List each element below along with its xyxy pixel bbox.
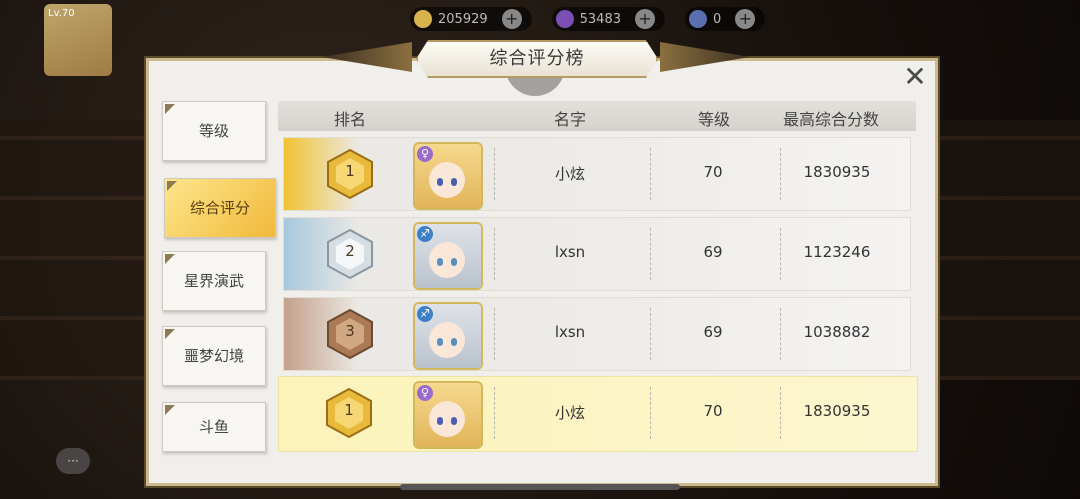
player-score: 1830935 [803,163,871,181]
chat-bubble-icon[interactable]: ··· [56,448,90,474]
player-level: Lv.70 [48,8,75,19]
player-name: 小炫 [554,404,585,422]
player-score: 1038882 [803,323,871,341]
player-level: 69 [703,243,723,261]
energy-value: 0 [713,11,722,27]
rank-number: 1 [345,162,355,180]
sagittarius-sign-icon: ♐ [417,226,433,242]
currency-bar: 205929 + 53483 + 0 + [410,6,766,32]
panel-title: 综合评分榜 [416,40,658,78]
avatar[interactable]: ♐ [413,302,483,370]
rank-number: 3 [345,322,355,340]
add-gold-button[interactable]: + [501,9,522,29]
tab-nightmare-realm[interactable]: 噩梦幻境 [162,326,266,386]
avatar[interactable]: ♀ [413,381,483,449]
player-name: lxsn [554,323,586,341]
tab-astral-arena[interactable]: 星界演武 [162,251,266,311]
rank-number: 2 [345,242,355,260]
player-level: 70 [703,163,723,181]
gem-value: 53483 [579,11,621,27]
gem-counter: 53483 + [551,7,665,31]
table-row[interactable]: 1 ♀ 小炫 70 1830935 [283,137,911,211]
gold-counter: 205929 + [410,7,532,31]
virgo-sign-icon: ♀ [417,146,433,162]
add-gem-button[interactable]: + [635,9,655,29]
table-header: 排名 名字 等级 最高综合分数 [278,101,916,131]
header-name: 名字 [554,110,587,129]
tab-overall-score[interactable]: 综合评分 [164,178,276,238]
tab-douyu[interactable]: 斗鱼 [162,402,266,452]
gem-icon [555,10,574,28]
table-row[interactable]: 2 ♐ lxsn 69 1123246 [283,217,911,291]
rank-number: 1 [344,401,354,419]
player-name: 小炫 [554,165,585,183]
player-level: 70 [703,402,723,420]
virgo-sign-icon: ♀ [417,385,433,401]
table-row[interactable]: 3 ♐ lxsn 69 1038882 [283,297,911,371]
player-score: 1830935 [803,402,871,420]
add-energy-button[interactable]: + [735,9,756,29]
header-level: 等级 [698,110,731,129]
player-score: 1123246 [803,243,871,261]
home-indicator [400,484,680,490]
avatar[interactable]: ♐ [413,222,483,290]
gold-coin-icon [414,10,432,28]
player-level: 69 [703,323,723,341]
sagittarius-sign-icon: ♐ [417,306,433,322]
header-rank: 排名 [334,110,367,129]
avatar[interactable]: ♀ [413,142,483,210]
energy-counter: 0 + [685,7,766,31]
gold-value: 205929 [438,11,488,27]
tab-level[interactable]: 等级 [162,101,266,161]
my-rank-row[interactable]: 1 ♀ 小炫 70 1830935 [278,376,918,452]
player-name: lxsn [554,243,586,261]
energy-icon [689,10,707,28]
header-max-score: 最高综合分数 [783,110,880,129]
close-icon[interactable]: ✕ [898,60,932,94]
